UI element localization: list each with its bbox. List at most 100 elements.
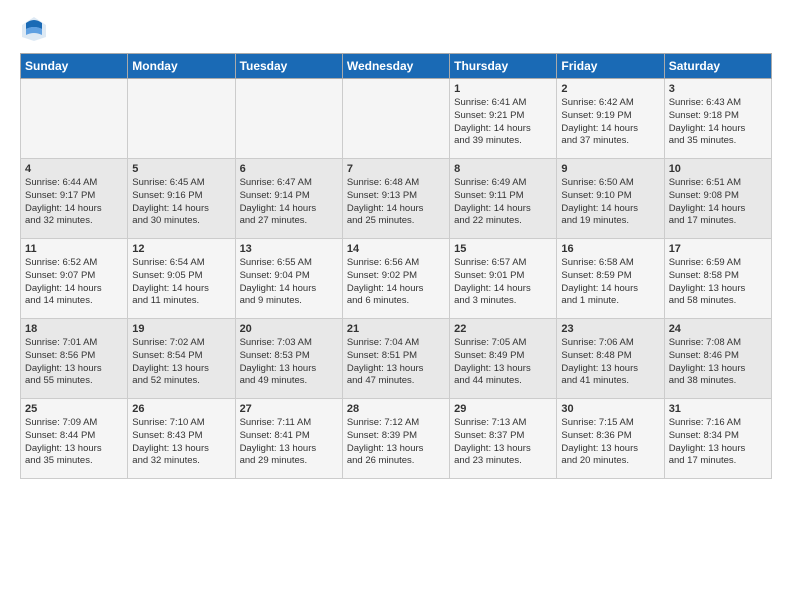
week-row-3: 11 Sunrise: 6:52 AM Sunset: 9:07 PM Dayli… xyxy=(21,239,772,319)
day-number: 12 xyxy=(132,243,230,255)
day-cell: 25 Sunrise: 7:09 AM Sunset: 8:44 PM Dayli… xyxy=(21,399,128,479)
day-number: 28 xyxy=(347,403,445,415)
col-header-wednesday: Wednesday xyxy=(342,54,449,79)
day-info: Sunrise: 7:06 AM Sunset: 8:48 PM Dayligh… xyxy=(561,337,659,388)
day-number: 29 xyxy=(454,403,552,415)
day-cell: 8Sunrise: 6:49 AM Sunset: 9:11 PM Daylig… xyxy=(450,159,557,239)
week-row-4: 18 Sunrise: 7:01 AM Sunset: 8:56 PM Dayli… xyxy=(21,319,772,399)
day-cell: 15 Sunrise: 6:57 AM Sunset: 9:01 PM Dayli… xyxy=(450,239,557,319)
day-number: 4 xyxy=(25,163,123,175)
day-number: 17 xyxy=(669,243,767,255)
day-info: Sunrise: 6:42 AM Sunset: 9:19 PM Dayligh… xyxy=(561,97,659,148)
day-info: Sunrise: 7:09 AM Sunset: 8:44 PM Dayligh… xyxy=(25,417,123,468)
day-number: 19 xyxy=(132,323,230,335)
col-header-thursday: Thursday xyxy=(450,54,557,79)
day-info: Sunrise: 6:59 AM Sunset: 8:58 PM Dayligh… xyxy=(669,257,767,308)
day-info: Sunrise: 7:02 AM Sunset: 8:54 PM Dayligh… xyxy=(132,337,230,388)
day-cell xyxy=(21,79,128,159)
page: SundayMondayTuesdayWednesdayThursdayFrid… xyxy=(0,0,792,612)
day-number: 21 xyxy=(347,323,445,335)
day-number: 30 xyxy=(561,403,659,415)
day-cell: 22 Sunrise: 7:05 AM Sunset: 8:49 PM Dayli… xyxy=(450,319,557,399)
day-number: 23 xyxy=(561,323,659,335)
day-info: Sunrise: 6:54 AM Sunset: 9:05 PM Dayligh… xyxy=(132,257,230,308)
day-info: Sunrise: 6:56 AM Sunset: 9:02 PM Dayligh… xyxy=(347,257,445,308)
day-info: Sunrise: 7:01 AM Sunset: 8:56 PM Dayligh… xyxy=(25,337,123,388)
header xyxy=(20,15,772,43)
day-number: 26 xyxy=(132,403,230,415)
day-cell: 14Sunrise: 6:56 AM Sunset: 9:02 PM Dayli… xyxy=(342,239,449,319)
logo xyxy=(20,15,52,43)
col-header-tuesday: Tuesday xyxy=(235,54,342,79)
day-number: 31 xyxy=(669,403,767,415)
day-info: Sunrise: 7:04 AM Sunset: 8:51 PM Dayligh… xyxy=(347,337,445,388)
day-cell: 28 Sunrise: 7:12 AM Sunset: 8:39 PM Dayli… xyxy=(342,399,449,479)
day-cell: 16 Sunrise: 6:58 AM Sunset: 8:59 PM Dayli… xyxy=(557,239,664,319)
day-info: Sunrise: 6:47 AM Sunset: 9:14 PM Dayligh… xyxy=(240,177,338,228)
week-row-2: 4 Sunrise: 6:44 AM Sunset: 9:17 PM Daylig… xyxy=(21,159,772,239)
day-cell: 18 Sunrise: 7:01 AM Sunset: 8:56 PM Dayli… xyxy=(21,319,128,399)
col-header-friday: Friday xyxy=(557,54,664,79)
day-cell: 20 Sunrise: 7:03 AM Sunset: 8:53 PM Dayli… xyxy=(235,319,342,399)
day-cell: 5 Sunrise: 6:45 AM Sunset: 9:16 PM Daylig… xyxy=(128,159,235,239)
day-info: Sunrise: 7:13 AM Sunset: 8:37 PM Dayligh… xyxy=(454,417,552,468)
day-number: 7 xyxy=(347,163,445,175)
day-number: 9 xyxy=(561,163,659,175)
day-cell: 26 Sunrise: 7:10 AM Sunset: 8:43 PM Dayli… xyxy=(128,399,235,479)
day-info: Sunrise: 6:44 AM Sunset: 9:17 PM Dayligh… xyxy=(25,177,123,228)
day-cell: 13 Sunrise: 6:55 AM Sunset: 9:04 PM Dayli… xyxy=(235,239,342,319)
day-cell: 30 Sunrise: 7:15 AM Sunset: 8:36 PM Dayli… xyxy=(557,399,664,479)
day-number: 13 xyxy=(240,243,338,255)
day-cell: 3 Sunrise: 6:43 AM Sunset: 9:18 PM Daylig… xyxy=(664,79,771,159)
day-info: Sunrise: 7:15 AM Sunset: 8:36 PM Dayligh… xyxy=(561,417,659,468)
day-info: Sunrise: 6:52 AM Sunset: 9:07 PM Dayligh… xyxy=(25,257,123,308)
day-number: 22 xyxy=(454,323,552,335)
day-number: 6 xyxy=(240,163,338,175)
col-header-monday: Monday xyxy=(128,54,235,79)
day-cell: 4 Sunrise: 6:44 AM Sunset: 9:17 PM Daylig… xyxy=(21,159,128,239)
day-number: 1 xyxy=(454,83,552,95)
day-info: Sunrise: 7:03 AM Sunset: 8:53 PM Dayligh… xyxy=(240,337,338,388)
day-info: Sunrise: 6:41 AM Sunset: 9:21 PM Dayligh… xyxy=(454,97,552,148)
day-cell: 6 Sunrise: 6:47 AM Sunset: 9:14 PM Daylig… xyxy=(235,159,342,239)
day-info: Sunrise: 6:45 AM Sunset: 9:16 PM Dayligh… xyxy=(132,177,230,228)
day-info: Sunrise: 7:16 AM Sunset: 8:34 PM Dayligh… xyxy=(669,417,767,468)
day-cell xyxy=(342,79,449,159)
day-cell: 10Sunrise: 6:51 AM Sunset: 9:08 PM Dayli… xyxy=(664,159,771,239)
col-header-sunday: Sunday xyxy=(21,54,128,79)
day-cell: 7 Sunrise: 6:48 AM Sunset: 9:13 PM Daylig… xyxy=(342,159,449,239)
day-number: 25 xyxy=(25,403,123,415)
day-info: Sunrise: 7:10 AM Sunset: 8:43 PM Dayligh… xyxy=(132,417,230,468)
day-info: Sunrise: 6:43 AM Sunset: 9:18 PM Dayligh… xyxy=(669,97,767,148)
day-number: 18 xyxy=(25,323,123,335)
day-number: 2 xyxy=(561,83,659,95)
day-number: 3 xyxy=(669,83,767,95)
day-number: 15 xyxy=(454,243,552,255)
day-number: 11 xyxy=(25,243,123,255)
week-row-5: 25 Sunrise: 7:09 AM Sunset: 8:44 PM Dayli… xyxy=(21,399,772,479)
day-info: Sunrise: 6:48 AM Sunset: 9:13 PM Dayligh… xyxy=(347,177,445,228)
day-info: Sunrise: 7:05 AM Sunset: 8:49 PM Dayligh… xyxy=(454,337,552,388)
week-row-1: 1 Sunrise: 6:41 AM Sunset: 9:21 PM Daylig… xyxy=(21,79,772,159)
day-number: 20 xyxy=(240,323,338,335)
day-info: Sunrise: 6:51 AM Sunset: 9:08 PM Dayligh… xyxy=(669,177,767,228)
day-info: Sunrise: 6:58 AM Sunset: 8:59 PM Dayligh… xyxy=(561,257,659,308)
day-cell: 12 Sunrise: 6:54 AM Sunset: 9:05 PM Dayli… xyxy=(128,239,235,319)
day-info: Sunrise: 6:57 AM Sunset: 9:01 PM Dayligh… xyxy=(454,257,552,308)
day-info: Sunrise: 7:12 AM Sunset: 8:39 PM Dayligh… xyxy=(347,417,445,468)
day-info: Sunrise: 6:55 AM Sunset: 9:04 PM Dayligh… xyxy=(240,257,338,308)
day-cell: 21 Sunrise: 7:04 AM Sunset: 8:51 PM Dayli… xyxy=(342,319,449,399)
day-number: 5 xyxy=(132,163,230,175)
day-number: 16 xyxy=(561,243,659,255)
day-cell: 9Sunrise: 6:50 AM Sunset: 9:10 PM Daylig… xyxy=(557,159,664,239)
day-number: 24 xyxy=(669,323,767,335)
col-header-saturday: Saturday xyxy=(664,54,771,79)
day-cell: 31 Sunrise: 7:16 AM Sunset: 8:34 PM Dayli… xyxy=(664,399,771,479)
day-cell: 1 Sunrise: 6:41 AM Sunset: 9:21 PM Daylig… xyxy=(450,79,557,159)
day-cell: 11 Sunrise: 6:52 AM Sunset: 9:07 PM Dayli… xyxy=(21,239,128,319)
day-cell: 17 Sunrise: 6:59 AM Sunset: 8:58 PM Dayli… xyxy=(664,239,771,319)
day-info: Sunrise: 6:49 AM Sunset: 9:11 PM Dayligh… xyxy=(454,177,552,228)
calendar-table: SundayMondayTuesdayWednesdayThursdayFrid… xyxy=(20,53,772,479)
day-info: Sunrise: 7:11 AM Sunset: 8:41 PM Dayligh… xyxy=(240,417,338,468)
day-cell: 2 Sunrise: 6:42 AM Sunset: 9:19 PM Daylig… xyxy=(557,79,664,159)
